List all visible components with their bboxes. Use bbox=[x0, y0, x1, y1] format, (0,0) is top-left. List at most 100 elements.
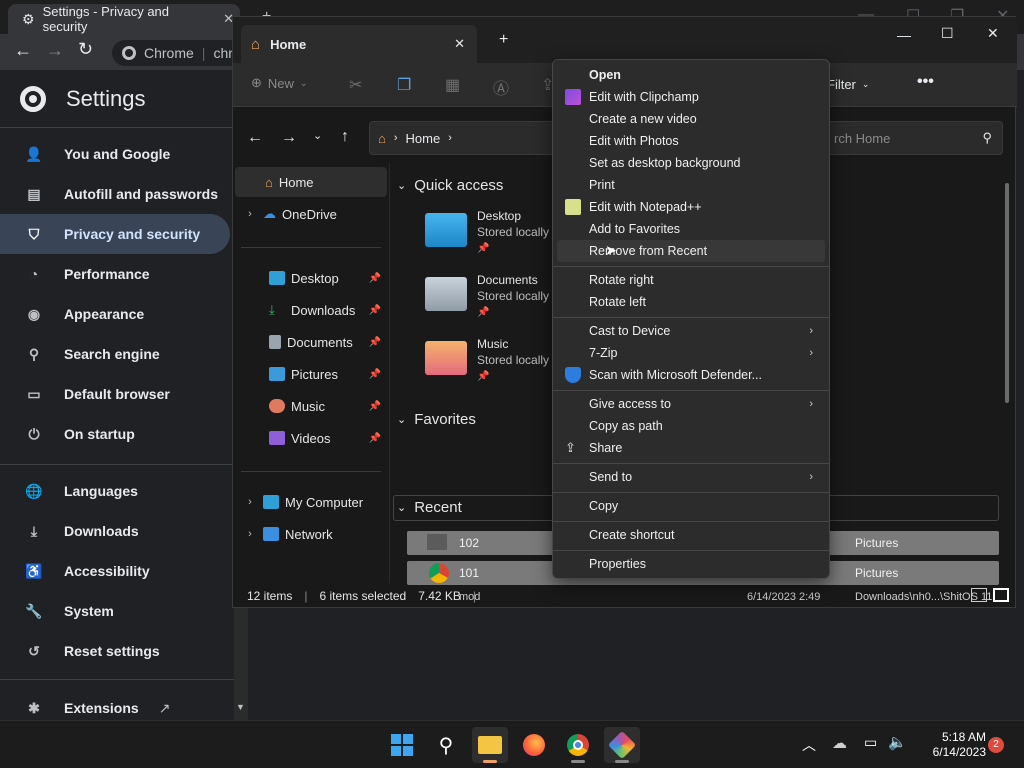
content-scrollbar[interactable] bbox=[1005, 183, 1009, 403]
start-button[interactable] bbox=[384, 727, 420, 763]
new-button[interactable]: ⊕ New ⌄ bbox=[251, 75, 307, 91]
menu-item-edit-photos[interactable]: Edit with Photos bbox=[557, 130, 825, 152]
tiles-view-icon[interactable] bbox=[993, 588, 1009, 602]
nav-documents[interactable]: Documents 📌 bbox=[235, 327, 387, 357]
menu-item-remove-recent[interactable]: Remove from Recent ➤ bbox=[557, 240, 825, 262]
chevron-right-icon: › bbox=[248, 528, 252, 540]
nav-item-system[interactable]: 🔧 System bbox=[0, 591, 230, 631]
quick-access-header[interactable]: ⌄ Quick access bbox=[397, 177, 503, 194]
close-tab-icon[interactable]: ✕ bbox=[454, 36, 465, 52]
menu-item-rotate-left[interactable]: Rotate left bbox=[557, 291, 825, 313]
nav-item-performance[interactable]: ◔ Performance bbox=[0, 254, 230, 294]
menu-item-create-video[interactable]: Create a new video bbox=[557, 108, 825, 130]
nav-item-appearance[interactable]: ◉ Appearance bbox=[0, 294, 230, 334]
back-icon[interactable]: ← bbox=[14, 40, 32, 61]
nav-label: Documents bbox=[287, 334, 353, 350]
recent-locations-icon[interactable]: ⌄ bbox=[313, 129, 322, 142]
taskbar-file-explorer[interactable] bbox=[472, 727, 508, 763]
menu-item-share[interactable]: ⇪ Share bbox=[557, 437, 825, 459]
pin-icon: 📌 bbox=[368, 272, 381, 284]
explorer-tab-home[interactable]: ⌂ Home ✕ bbox=[241, 25, 477, 63]
nav-item-privacy[interactable]: ⛉ Privacy and security bbox=[0, 214, 230, 254]
cut-icon[interactable]: ✂ bbox=[349, 75, 362, 95]
menu-item-give-access[interactable]: Give access to › bbox=[557, 393, 825, 415]
menu-item-scan-defender[interactable]: Scan with Microsoft Defender... bbox=[557, 364, 825, 386]
network-tray-icon[interactable]: ▭ bbox=[864, 734, 877, 751]
chrome-tab-settings[interactable]: ⚙ Settings - Privacy and security ✕ bbox=[8, 4, 240, 34]
menu-item-print[interactable]: Print bbox=[557, 174, 825, 196]
menu-item-cast-device[interactable]: Cast to Device › bbox=[557, 320, 825, 342]
status-selected: 6 items selected bbox=[319, 589, 407, 603]
share-icon: ⇪ bbox=[565, 440, 576, 455]
nav-item-downloads[interactable]: ⤓ Downloads bbox=[0, 511, 230, 551]
clock-time: 5:18 AM bbox=[941, 730, 986, 744]
menu-item-add-favorites[interactable]: Add to Favorites bbox=[557, 218, 825, 240]
favorites-header[interactable]: ⌄ Favorites bbox=[397, 411, 476, 428]
close-window-icon[interactable]: ✕ bbox=[987, 25, 999, 42]
nav-my-computer[interactable]: › My Computer bbox=[235, 487, 387, 517]
menu-item-properties[interactable]: Properties bbox=[557, 553, 825, 575]
rename-icon[interactable]: Ⓐ bbox=[493, 75, 509, 99]
nav-network[interactable]: › Network bbox=[235, 519, 387, 549]
nav-music[interactable]: Music 📌 bbox=[235, 391, 387, 421]
show-hidden-icons[interactable]: ︿ bbox=[802, 735, 816, 755]
taskbar-app[interactable] bbox=[604, 727, 640, 763]
onedrive-tray-icon[interactable]: ☁ bbox=[832, 734, 847, 752]
address-bar[interactable]: ⌂ › Home › bbox=[369, 121, 559, 155]
menu-item-7zip[interactable]: 7-Zip › bbox=[557, 342, 825, 364]
taskbar-firefox[interactable] bbox=[516, 727, 552, 763]
search-button[interactable]: ⚲ bbox=[428, 727, 464, 763]
search-input[interactable]: rch Home ⚲ bbox=[823, 121, 1003, 155]
back-icon[interactable]: ← bbox=[247, 129, 263, 147]
up-icon[interactable]: ↑ bbox=[341, 128, 349, 146]
volume-icon[interactable]: 🔈 bbox=[888, 733, 907, 751]
menu-item-create-shortcut[interactable]: Create shortcut bbox=[557, 524, 825, 546]
paste-icon[interactable]: ▦ bbox=[445, 75, 460, 95]
filter-button[interactable]: Filter ⌄ bbox=[827, 77, 869, 92]
nav-item-default-browser[interactable]: ▭ Default browser bbox=[0, 374, 230, 414]
nav-item-you-and-google[interactable]: 👤 You and Google bbox=[0, 134, 230, 174]
nav-item-on-startup[interactable]: ⏻ On startup bbox=[0, 414, 230, 454]
system-clock[interactable]: 5:18 AM 6/14/2023 bbox=[916, 730, 986, 760]
menu-item-rotate-right[interactable]: Rotate right bbox=[557, 269, 825, 291]
forward-icon[interactable]: → bbox=[281, 129, 297, 147]
desktop-folder-icon bbox=[425, 213, 467, 247]
menu-item-set-background[interactable]: Set as desktop background bbox=[557, 152, 825, 174]
minimize-icon[interactable]: — bbox=[897, 27, 911, 43]
nav-home[interactable]: ⌂ Home bbox=[235, 167, 387, 197]
search-icon: ⚲ bbox=[438, 734, 454, 757]
nav-item-languages[interactable]: 🌐 Languages bbox=[0, 471, 230, 511]
nav-item-reset-settings[interactable]: ↺ Reset settings bbox=[0, 631, 230, 671]
menu-item-edit-notepadpp[interactable]: Edit with Notepad++ bbox=[557, 196, 825, 218]
recent-header[interactable]: ⌄ Recent bbox=[397, 499, 462, 516]
breadcrumb-home[interactable]: Home bbox=[406, 131, 441, 146]
nav-downloads[interactable]: ⤓ Downloads 📌 bbox=[235, 295, 387, 325]
nav-item-autofill[interactable]: ▤ Autofill and passwords bbox=[0, 174, 230, 214]
nav-item-accessibility[interactable]: ♿ Accessibility bbox=[0, 551, 230, 591]
menu-item-edit-clipchamp[interactable]: Edit with Clipchamp bbox=[557, 86, 825, 108]
copy-icon[interactable]: ❐ bbox=[397, 75, 411, 95]
nav-videos[interactable]: Videos 📌 bbox=[235, 423, 387, 453]
more-options-icon[interactable]: ••• bbox=[917, 73, 934, 91]
home-icon: ⌂ bbox=[378, 130, 386, 146]
nav-onedrive[interactable]: › ☁ OneDrive bbox=[235, 199, 387, 229]
new-tab-icon[interactable]: + bbox=[499, 31, 508, 49]
nav-item-search-engine[interactable]: ⚲ Search engine bbox=[0, 334, 230, 374]
menu-item-open[interactable]: Open bbox=[557, 64, 825, 86]
scroll-down-icon[interactable]: ▼ bbox=[236, 702, 245, 712]
app-gem-icon bbox=[607, 730, 637, 760]
maximize-icon[interactable]: ☐ bbox=[941, 25, 954, 42]
details-view-icon[interactable] bbox=[971, 588, 987, 602]
nav-desktop[interactable]: Desktop 📌 bbox=[235, 263, 387, 293]
nav-label: Home bbox=[278, 174, 314, 190]
reload-icon[interactable]: ↻ bbox=[78, 39, 93, 60]
menu-item-send-to[interactable]: Send to › bbox=[557, 466, 825, 488]
chrome-logo-icon bbox=[567, 734, 589, 756]
omnibox[interactable]: Chrome | chro bbox=[112, 40, 252, 66]
nav-pictures[interactable]: Pictures 📌 bbox=[235, 359, 387, 389]
menu-item-copy[interactable]: Copy bbox=[557, 495, 825, 517]
forward-icon[interactable]: → bbox=[46, 40, 64, 61]
taskbar-chrome[interactable] bbox=[560, 727, 596, 763]
notification-badge[interactable]: 2 bbox=[988, 737, 1004, 753]
menu-item-copy-path[interactable]: Copy as path bbox=[557, 415, 825, 437]
